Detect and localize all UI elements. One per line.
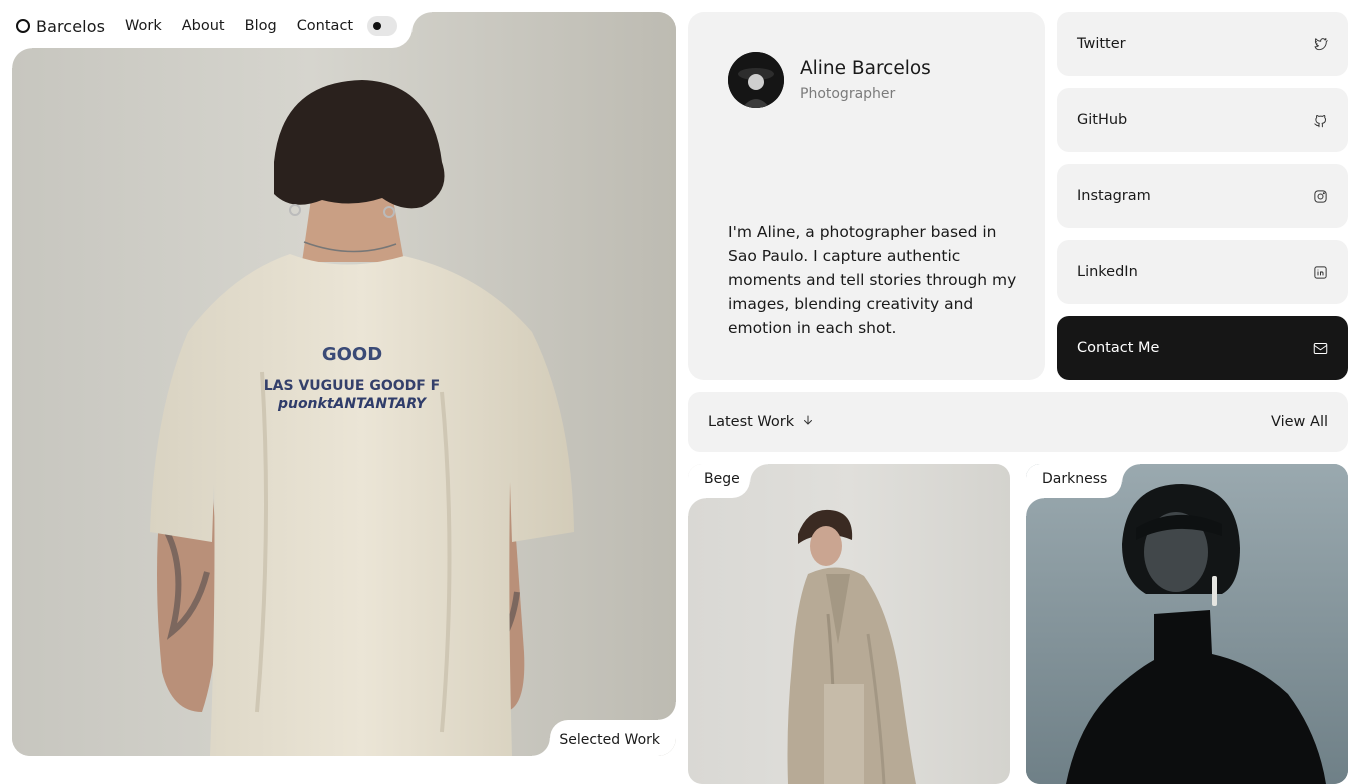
arrow-down-icon (802, 414, 814, 430)
social-label: GitHub (1077, 112, 1128, 128)
linkedin-icon (1312, 264, 1328, 280)
social-label: LinkedIn (1077, 264, 1138, 280)
nav-link-about[interactable]: About (182, 18, 225, 34)
social-github[interactable]: GitHub (1057, 88, 1348, 152)
social-label: Instagram (1077, 188, 1151, 204)
view-all-link[interactable]: View All (1271, 414, 1328, 430)
hero-photo[interactable]: GOOD LAS VUGUUE GOODF F puonktANTANTARY … (12, 12, 676, 756)
social-instagram[interactable]: Instagram (1057, 164, 1348, 228)
nav-link-contact[interactable]: Contact (297, 18, 353, 34)
nav-link-work[interactable]: Work (125, 18, 162, 34)
avatar (728, 52, 784, 108)
work-label-darkness: Darkness (1042, 471, 1108, 487)
instagram-icon (1312, 188, 1328, 204)
avatar-photo-icon (728, 52, 784, 108)
print-line-2: LAS VUGUUE GOODF F (264, 378, 441, 394)
theme-toggle[interactable] (367, 16, 398, 36)
nav-link-blog[interactable]: Blog (245, 18, 277, 34)
selected-work-label[interactable]: Selected Work (559, 732, 660, 748)
bege-image (787, 509, 916, 784)
latest-work-title: Latest Work (708, 414, 795, 430)
profile-name: Aline Barcelos (800, 58, 931, 79)
brand-logo[interactable]: Barcelos (16, 17, 105, 36)
twitter-icon (1312, 36, 1328, 52)
profile-bio: I'm Aline, a photographer based in Sao P… (728, 223, 1017, 337)
latest-work-heading: Latest Work (708, 414, 814, 430)
latest-work-bar: Latest Work View All (688, 392, 1348, 452)
social-label: Twitter (1077, 36, 1126, 52)
contact-me-button[interactable]: Contact Me (1057, 316, 1348, 380)
social-twitter[interactable]: Twitter (1057, 12, 1348, 76)
logo-circle-icon (16, 19, 30, 33)
work-card-darkness[interactable]: Darkness (1026, 464, 1348, 784)
print-line-1: GOOD (322, 344, 382, 365)
profile-role: Photographer (800, 86, 896, 102)
social-linkedin[interactable]: LinkedIn (1057, 240, 1348, 304)
darkness-image (1026, 464, 1348, 784)
mail-icon (1312, 340, 1328, 356)
top-nav: Barcelos Work About Blog Contact (16, 11, 398, 41)
hero-image: GOOD LAS VUGUUE GOODF F puonktANTANTARY (12, 12, 676, 756)
work-label-bege: Bege (704, 471, 740, 487)
brand-name: Barcelos (36, 16, 106, 36)
profile-card: Aline Barcelos Photographer I'm Aline, a… (688, 12, 1045, 380)
work-card-bege[interactable]: Bege (688, 464, 1010, 784)
print-line-3: puonktANTANTARY (277, 396, 428, 412)
github-icon (1312, 112, 1328, 128)
contact-me-label: Contact Me (1077, 340, 1160, 356)
